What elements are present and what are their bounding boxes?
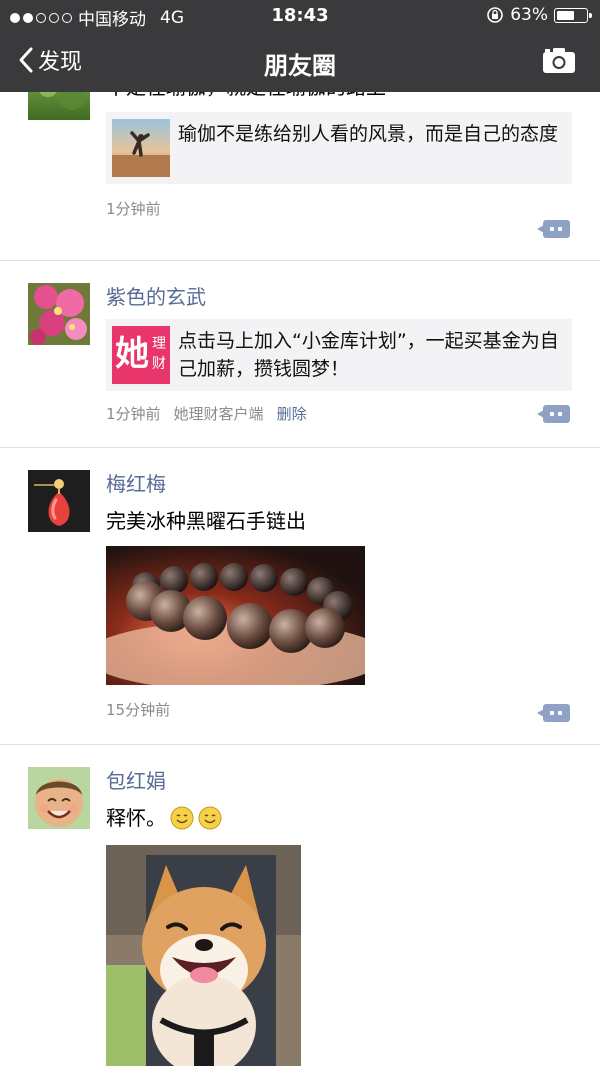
share-logo-small-bottom: 财	[152, 356, 166, 372]
navigation-bar: 发现 朋友圈	[0, 32, 600, 92]
post-image[interactable]	[106, 845, 301, 1066]
page-title: 朋友圈	[264, 52, 336, 80]
avatar[interactable]	[28, 92, 90, 120]
top-bar: 中国移动 4G 18:43 63% 发现 朋友圈	[0, 0, 600, 92]
post-time: 15分钟前	[106, 700, 171, 719]
post-text: 不是在瑜伽，就是在瑜伽的路上	[106, 92, 572, 102]
battery-percent: 63%	[510, 5, 548, 25]
shared-link-title: 瑜伽不是练给别人看的风景，而是自己的态度	[178, 123, 559, 145]
share-logo-small-top: 理	[152, 336, 166, 352]
post-time: 1分钟前	[106, 199, 161, 218]
post-item: 紫色的玄武 她 理 财 点击马上加入“小金库计划”，一起买基金为自己加薪，攒钱圆…	[0, 261, 600, 448]
post-item: 包红娟 释怀。	[0, 745, 600, 1066]
smile-emoji-icon	[198, 806, 222, 830]
share-logo-big: 她	[115, 334, 149, 374]
post-text: 释怀。	[106, 806, 166, 830]
shared-link-thumbnail: 她 理 财	[112, 326, 170, 384]
post-item: 梅红梅 完美冰种黑曜石手链出 15分钟前	[0, 448, 600, 745]
comment-button[interactable]	[537, 405, 570, 423]
smile-emoji-icon	[170, 806, 194, 830]
shared-link-card[interactable]: 她 理 财 点击马上加入“小金库计划”，一起买基金为自己加薪，攒钱圆梦！	[106, 319, 572, 391]
poster-name[interactable]: 紫色的玄武	[106, 283, 572, 311]
post-source[interactable]: 她理财客户端	[174, 403, 264, 424]
post-time: 1分钟前	[106, 404, 161, 423]
avatar[interactable]	[28, 283, 90, 345]
rotation-lock-icon	[487, 7, 504, 23]
poster-name[interactable]: 包红娟	[106, 767, 572, 795]
post-image[interactable]	[106, 546, 365, 685]
delete-button[interactable]: 删除	[277, 403, 307, 424]
shared-link-card[interactable]: 瑜伽不是练给别人看的风景，而是自己的态度	[106, 112, 572, 184]
moments-feed[interactable]: 不是在瑜伽，就是在瑜伽的路上 瑜伽不是练给别人看的风景，而是自己的态度 1分钟前	[0, 92, 600, 1066]
camera-icon[interactable]	[542, 46, 576, 74]
poster-name[interactable]: 梅红梅	[106, 470, 572, 498]
status-bar: 中国移动 4G 18:43 63%	[0, 0, 600, 32]
comment-button[interactable]	[537, 704, 570, 722]
avatar[interactable]	[28, 767, 90, 829]
post-text: 完美冰种黑曜石手链出	[106, 509, 306, 533]
shared-link-title: 点击马上加入“小金库计划”，一起买基金为自己加薪，攒钱圆梦！	[178, 330, 559, 380]
post-item: 不是在瑜伽，就是在瑜伽的路上 瑜伽不是练给别人看的风景，而是自己的态度 1分钟前	[0, 92, 600, 261]
shared-link-thumbnail	[112, 119, 170, 177]
battery-icon	[554, 7, 592, 23]
avatar[interactable]	[28, 470, 90, 532]
comment-button[interactable]	[537, 220, 570, 238]
